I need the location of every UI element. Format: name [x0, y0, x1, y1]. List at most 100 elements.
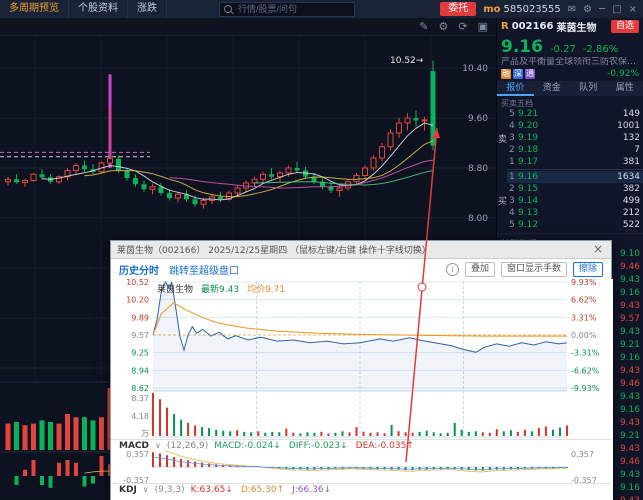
order-book-row[interactable]: 2 9.15 382 — [507, 183, 643, 195]
order-book-row[interactable]: 1 9.16 1634 — [507, 171, 643, 183]
svg-text:0.00%: 0.00% — [571, 331, 597, 340]
macd-readout: DEA:-0.035↑ — [355, 440, 414, 451]
order-book-row[interactable]: 1 9.17 381 — [507, 156, 643, 168]
svg-text:0.357: 0.357 — [126, 450, 149, 459]
super-orderbook-link[interactable]: 跳转至超级盘口 — [169, 262, 239, 277]
order-book-row[interactable]: 5 9.21 149 — [507, 108, 643, 120]
kdj-readout: D:65.30↑ — [240, 484, 285, 495]
popup-title-bar[interactable]: 莱茵生物（002166） 2025/12/25星期四 （鼠标左键/右键 操作十字… — [111, 241, 611, 259]
settings-icon[interactable]: ⚙ — [439, 20, 449, 33]
kdj-readouts: K:63.65↓ D:65.30↑ J:66.36↓ — [191, 485, 332, 495]
latest-price-readout: 最新9.43 — [201, 285, 240, 295]
svg-text:3.31%: 3.31% — [571, 313, 597, 322]
message-icon[interactable]: ✉ — [568, 4, 576, 15]
svg-text:-6.62%: -6.62% — [571, 366, 600, 375]
svg-text:10.52: 10.52 — [126, 279, 149, 287]
svg-text:-3.31%: -3.31% — [571, 349, 600, 358]
order-book: 卖 买 5 9.21 149 4 9.20 1001 3 9.19 132 2 9.18 7 1… — [497, 108, 643, 231]
top-tab[interactable]: 多周期预览 — [0, 0, 69, 18]
panel-tab[interactable]: 队列 — [570, 81, 607, 96]
svg-text:8.62: 8.62 — [131, 384, 149, 393]
svg-text:-9.93%: -9.93% — [571, 384, 600, 393]
svg-text:9.89: 9.89 — [131, 313, 149, 322]
macd-label[interactable]: MACD — [119, 441, 149, 451]
svg-text:9.57: 9.57 — [131, 331, 149, 340]
chart-toolbar: ✎ ⚙ ⟳ ▣ — [0, 18, 496, 36]
svg-text:0.357: 0.357 — [571, 450, 594, 459]
kdj-label[interactable]: KDJ — [119, 485, 137, 495]
panel-tabs: 报价 资金 队列 属性 — [497, 81, 643, 96]
macd-header[interactable]: MACD ∨ (12,26,9) MACD:-0.024↓ DIFF:-0.023… — [111, 439, 611, 451]
minimize-icon[interactable]: ─ — [599, 4, 605, 15]
panel-tab[interactable]: 资金 — [534, 81, 571, 96]
popup-title: 莱茵生物（002166） 2025/12/25星期四 （鼠标左键/右键 操作十字… — [117, 246, 431, 256]
top-bar: 多周期预览个股资料涨跌 委托 mo 585023555 ✉ ⚙ ─ □ × — [0, 0, 643, 18]
last-price: 9.16 — [501, 37, 543, 57]
popup-button[interactable]: 窗口显示手数 — [500, 261, 567, 277]
panel-tab[interactable]: 报价 — [497, 81, 534, 96]
popup-button[interactable]: 擦除 — [572, 261, 603, 277]
grid-icon[interactable]: ▣ — [478, 20, 488, 33]
kdj-readout: K:63.65↓ — [190, 484, 233, 495]
svg-text:9.93%: 9.93% — [571, 279, 597, 287]
order-book-row[interactable]: 3 9.19 132 — [507, 132, 643, 144]
history-intraday-popup: 莱茵生物（002166） 2025/12/25星期四 （鼠标左键/右键 操作十字… — [110, 240, 613, 500]
five-level-label: 买卖五档 — [501, 99, 533, 108]
chevron-down-icon[interactable]: ∨ — [155, 441, 161, 450]
popup-stock-name: 莱茵生物 — [157, 285, 194, 295]
svg-text:8.00: 8.00 — [468, 214, 488, 224]
svg-text:万: 万 — [141, 429, 149, 438]
popup-close-button[interactable]: × — [591, 242, 605, 257]
sell-side-label: 卖 — [498, 135, 508, 145]
top-tabs: 多周期预览 个股资料 涨跌 — [0, 0, 167, 18]
chart-tool-icons: ✎ ⚙ ⟳ ▣ — [409, 20, 488, 33]
order-book-row[interactable]: 5 9.12 522 — [507, 219, 643, 231]
avg-price-readout: 均价9.71 — [247, 285, 286, 295]
draw-icon[interactable]: ✎ — [419, 20, 428, 33]
popup-buttons: 叠加 窗口显示手数 擦除 — [464, 261, 603, 277]
svg-text:9.25: 9.25 — [131, 349, 149, 358]
stock-badges: 融深通 — [501, 69, 535, 79]
popup-button[interactable]: 叠加 — [464, 261, 495, 277]
intraday-chart[interactable]: 10.52 9.93% 10.20 6.62% 9.89 3.31% 9.57 0.00% 9.… — [111, 279, 613, 500]
search-box[interactable] — [219, 1, 355, 17]
top-tab[interactable]: 个股资料 — [69, 0, 128, 18]
top-tab[interactable]: 涨跌 — [128, 0, 167, 18]
popup-toolbar-right: i 叠加 窗口显示手数 擦除 — [445, 261, 603, 277]
order-entry-button[interactable]: 委托 — [440, 2, 477, 16]
search-input[interactable] — [236, 3, 350, 15]
svg-text:4.18: 4.18 — [131, 412, 149, 421]
panel-tab[interactable]: 属性 — [607, 81, 643, 96]
buy-side-label: 买 — [498, 197, 508, 207]
news-headline[interactable]: 产品及平衡量全球领衔三防农保级科技向前沿 — [497, 57, 643, 68]
macd-readouts: MACD:-0.024↓ DIFF:-0.023↓ DEA:-0.035↑ — [214, 441, 414, 451]
stock-badge: 通 — [525, 69, 535, 79]
topbar-right: 委托 mo 585023555 ✉ ⚙ ─ □ × — [440, 2, 643, 16]
chevron-down-icon[interactable]: ∨ — [143, 485, 149, 494]
info-icon[interactable]: i — [445, 262, 459, 276]
intraday-readout: 莱茵生物 最新9.43 均价9.71 — [157, 282, 285, 295]
commission-ratio: -0.92% — [607, 69, 639, 79]
stock-badge: 融 — [501, 69, 511, 79]
price-row: 9.16 -0.27 -2.86% — [497, 35, 643, 57]
close-icon[interactable]: × — [629, 4, 637, 15]
price-change: -0.27 — [549, 44, 576, 55]
add-watchlist-button[interactable]: 自选 — [610, 20, 639, 33]
kdj-params: (9,3,3) — [154, 484, 185, 495]
svg-text:8.37: 8.37 — [131, 394, 149, 403]
maximize-icon[interactable]: □ — [612, 4, 621, 15]
quote-header: R 002166 莱茵生物 自选 — [497, 18, 643, 35]
account-info[interactable]: mo 585023555 — [483, 4, 561, 15]
macd-readout: DIFF:-0.023↓ — [288, 440, 348, 451]
order-book-row[interactable]: 2 9.18 7 — [507, 144, 643, 156]
order-book-row[interactable]: 4 9.20 1001 — [507, 120, 643, 132]
svg-text:10.40: 10.40 — [462, 64, 488, 74]
settings-icon[interactable]: ⚙ — [583, 4, 592, 15]
order-book-row[interactable]: 4 9.13 212 — [507, 207, 643, 219]
refresh-icon[interactable]: ⟳ — [458, 20, 467, 33]
order-book-row[interactable]: 3 9.14 499 — [507, 195, 643, 207]
kdj-header[interactable]: KDJ ∨ (9,3,3) K:63.65↓ D:65.30↑ J:66.36↓ — [111, 483, 611, 495]
stock-badge: 深 — [513, 69, 523, 79]
badges-row: 融深通 -0.92% — [497, 68, 643, 80]
tab-history-intraday[interactable]: 历史分时 — [119, 262, 159, 277]
